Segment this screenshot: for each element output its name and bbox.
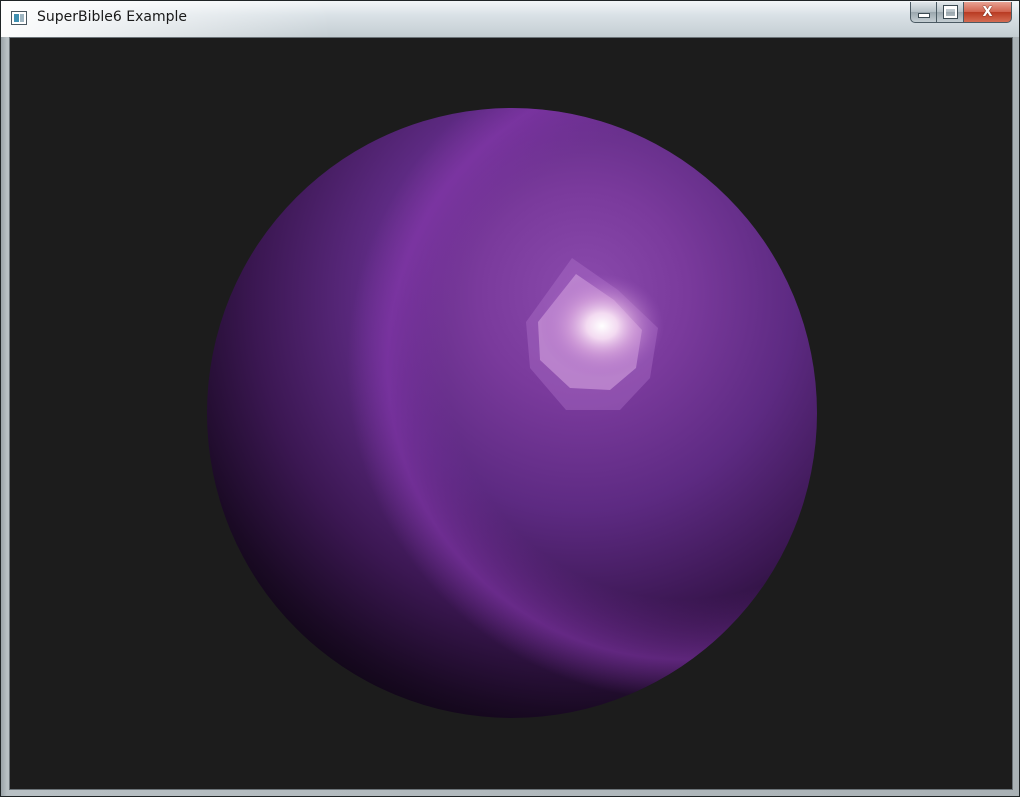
minimize-icon <box>917 12 930 18</box>
window-title: SuperBible6 Example <box>37 9 187 25</box>
render-viewport[interactable] <box>9 37 1013 790</box>
sphere-render <box>207 108 817 718</box>
close-icon: X <box>982 4 993 20</box>
maximize-icon <box>942 5 958 19</box>
close-button[interactable]: X <box>964 2 1012 23</box>
caption-buttons: X <box>910 2 1012 24</box>
app-icon-pane-right <box>20 14 24 22</box>
maximize-button[interactable] <box>937 2 964 23</box>
sphere-rim-light <box>207 108 817 718</box>
specular-highlight <box>540 274 664 378</box>
app-window: SuperBible6 Example X <box>0 0 1020 797</box>
minimize-button[interactable] <box>910 2 937 23</box>
app-icon-pane-left <box>14 14 19 22</box>
application-window-icon[interactable] <box>11 11 27 25</box>
title-bar[interactable]: SuperBible6 Example X <box>1 1 1019 37</box>
